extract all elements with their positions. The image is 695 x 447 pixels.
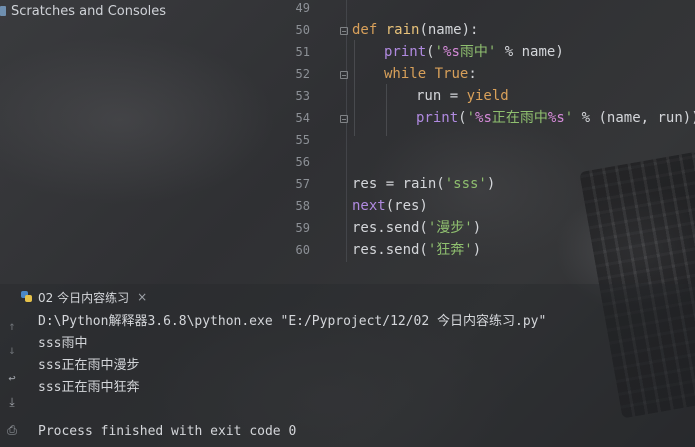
code-text: res.send( [352, 220, 428, 236]
console-output-line: Process finished with exit code 0 [38, 424, 297, 439]
builtin: print [416, 110, 459, 126]
close-icon[interactable]: × [137, 290, 147, 304]
builtin: print [384, 44, 427, 60]
code-line-60[interactable]: res.send('狂奔') [352, 239, 481, 261]
editor-gutter: 49 50 51 52 53 54 55 56 57 58 59 60 [286, 0, 347, 262]
code-text: ( [426, 44, 435, 60]
string: '漫步' [427, 220, 473, 236]
code-text: run = [416, 88, 467, 104]
scratches-icon [0, 5, 8, 17]
code-text: ) [472, 220, 482, 236]
code-line-50[interactable]: def rain(name): [352, 19, 478, 41]
code-text: res = rain( [352, 176, 445, 192]
python-icon [20, 290, 34, 304]
line-number: 55 [295, 133, 310, 147]
code-line-57[interactable]: res = rain('sss') [352, 173, 495, 195]
code-line-59[interactable]: res.send('漫步') [352, 217, 481, 239]
code-text: : [468, 66, 477, 82]
string: 正在雨中 [491, 110, 548, 126]
scroll-to-end-icon[interactable]: ⤓ [4, 394, 20, 410]
fold-marker-icon[interactable] [340, 115, 348, 123]
line-number: 57 [295, 177, 310, 191]
keyword: def [352, 22, 378, 38]
run-tab[interactable]: 02 今日内容练习 × [0, 286, 147, 308]
line-number: 54 [295, 111, 310, 125]
line-number: 49 [295, 1, 310, 15]
line-number: 56 [295, 155, 310, 169]
string: 雨中' [459, 44, 497, 60]
string: ' [466, 110, 476, 126]
line-number: 53 [295, 89, 310, 103]
line-number: 51 [295, 45, 310, 59]
code-text: % (name, run)) [573, 110, 695, 126]
code-text: ) [486, 176, 496, 192]
code-text: ) [472, 242, 482, 258]
line-number: 50 [295, 23, 310, 37]
format-spec: %s [443, 44, 460, 60]
code-line-58[interactable]: next(res) [352, 195, 428, 217]
soft-wrap-icon[interactable]: ↩ [4, 370, 20, 386]
builtin: next [352, 198, 386, 214]
string: ' [434, 44, 444, 60]
function-name: rain [385, 22, 420, 38]
console-output-line: sss正在雨中狂奔 [38, 380, 140, 395]
line-number: 52 [295, 67, 310, 81]
console-output-line: sss雨中 [38, 336, 88, 351]
code-text: res.send( [352, 242, 428, 258]
indent-guide [386, 84, 387, 136]
code-text: (name): [419, 22, 479, 38]
keyword: True [434, 66, 469, 82]
fold-marker-icon[interactable] [340, 27, 348, 35]
line-number: 58 [295, 199, 310, 213]
string: 'sss' [444, 176, 487, 192]
print-icon[interactable]: ⎙ [4, 422, 20, 438]
code-text: (res) [385, 198, 428, 214]
line-number: 60 [295, 243, 310, 257]
code-line-53[interactable]: run = yield [416, 85, 509, 107]
run-tab-label: 02 今日内容练习 [38, 290, 130, 305]
console-output-line: sss正在雨中漫步 [38, 358, 140, 373]
fold-marker-icon[interactable] [340, 71, 348, 79]
format-spec: %s [475, 110, 492, 126]
indent-guide [354, 40, 355, 136]
keyword: while [384, 66, 427, 82]
console-output-line: D:\Python解释器3.6.8\python.exe "E:/Pyproje… [38, 314, 547, 329]
line-number: 59 [295, 221, 310, 235]
code-line-52[interactable]: while True: [384, 63, 477, 85]
string: '狂奔' [427, 242, 473, 258]
string: ' [564, 110, 574, 126]
project-tree-item-label: Scratches and Consoles [11, 3, 167, 19]
format-spec: %s [547, 110, 565, 126]
arrow-down-icon[interactable]: ↓ [4, 342, 20, 358]
keyword: yield [466, 88, 509, 104]
code-line-51[interactable]: print('%s雨中' % name) [384, 41, 564, 63]
code-text: ( [458, 110, 467, 126]
code-text: % name) [496, 44, 564, 60]
code-line-54[interactable]: print('%s正在雨中%s' % (name, run)) [416, 107, 695, 129]
project-tree-item-scratches[interactable]: Scratches and Consoles [0, 0, 166, 22]
arrow-up-icon[interactable]: ↑ [4, 318, 20, 334]
